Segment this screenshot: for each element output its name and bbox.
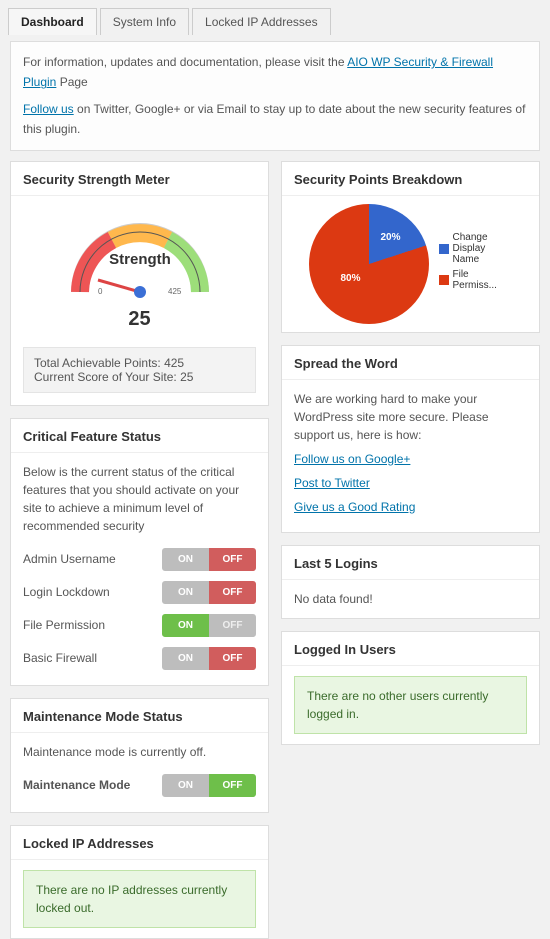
google-plus-link[interactable]: Follow us on Google+	[294, 450, 527, 468]
pie-pct: 20%	[380, 232, 400, 243]
feature-row: Login Lockdown ON OFF	[23, 576, 256, 609]
label: Current Score of Your Site:	[34, 370, 180, 384]
svg-text:425: 425	[168, 287, 182, 296]
feature-name: Maintenance Mode	[23, 776, 130, 794]
panel-title: Security Strength Meter	[11, 162, 268, 196]
panel-desc: We are working hard to make your WordPre…	[294, 390, 527, 444]
toggle-login-lockdown[interactable]: ON OFF	[162, 581, 256, 604]
panel-title: Last 5 Logins	[282, 546, 539, 580]
feature-row: Admin Username ON OFF	[23, 543, 256, 576]
legend: Change Display Name File Permiss...	[439, 232, 513, 295]
toggle-file-permission[interactable]: ON OFF	[162, 614, 256, 637]
panel-desc: Below is the current status of the criti…	[23, 463, 256, 535]
panel-desc: Maintenance mode is currently off.	[23, 743, 256, 761]
info-text: Page	[60, 75, 88, 89]
gauge-score: 25	[128, 308, 150, 331]
locked-ip-panel: Locked IP Addresses There are no IP addr…	[10, 825, 269, 939]
feature-name: Basic Firewall	[23, 649, 97, 667]
value: 25	[180, 370, 193, 384]
legend-label: Change Display Name	[453, 232, 513, 265]
info-banner: For information, updates and documentati…	[10, 41, 540, 151]
last-logins-panel: Last 5 Logins No data found!	[281, 545, 540, 619]
feature-row: Basic Firewall ON OFF	[23, 642, 256, 675]
feature-name: Login Lockdown	[23, 583, 110, 601]
status-message: No data found!	[282, 580, 539, 618]
off-label: OFF	[209, 647, 256, 670]
maintenance-panel: Maintenance Mode Status Maintenance mode…	[10, 698, 269, 813]
status-message: There are no IP addresses currently lock…	[23, 870, 256, 928]
on-label: ON	[162, 647, 209, 670]
panel-title: Spread the Word	[282, 346, 539, 380]
info-text: For information, updates and documentati…	[23, 55, 347, 69]
on-label: ON	[162, 774, 209, 797]
info-text: on Twitter, Google+ or via Email to stay…	[23, 102, 525, 136]
pie-chart-icon: 20% 80%	[309, 204, 429, 324]
panel-title: Critical Feature Status	[11, 419, 268, 453]
off-label: OFF	[209, 548, 256, 571]
tab-locked-ip[interactable]: Locked IP Addresses	[192, 8, 331, 35]
toggle-basic-firewall[interactable]: ON OFF	[162, 647, 256, 670]
rating-link[interactable]: Give us a Good Rating	[294, 498, 527, 516]
tab-bar: Dashboard System Info Locked IP Addresse…	[0, 0, 550, 35]
panel-title: Security Points Breakdown	[282, 162, 539, 196]
legend-swatch	[439, 244, 449, 254]
gauge-icon: Strength 0 425	[60, 202, 220, 312]
feature-name: Admin Username	[23, 550, 116, 568]
status-message: There are no other users currently logge…	[294, 676, 527, 734]
points-breakdown-panel: Security Points Breakdown 20% 80% Change…	[281, 161, 540, 333]
panel-title: Logged In Users	[282, 632, 539, 666]
on-label: ON	[162, 581, 209, 604]
tab-system-info[interactable]: System Info	[100, 8, 189, 35]
svg-text:0: 0	[98, 287, 103, 296]
follow-us-link[interactable]: Follow us	[23, 102, 74, 116]
on-label: ON	[162, 548, 209, 571]
critical-feature-panel: Critical Feature Status Below is the cur…	[10, 418, 269, 686]
score-summary: Total Achievable Points: 425 Current Sco…	[23, 347, 256, 393]
legend-label: File Permiss...	[453, 269, 513, 291]
legend-swatch	[439, 275, 449, 285]
off-label: OFF	[209, 581, 256, 604]
panel-title: Locked IP Addresses	[11, 826, 268, 860]
tab-dashboard[interactable]: Dashboard	[8, 8, 97, 35]
off-label: OFF	[209, 774, 256, 797]
value: 425	[164, 356, 184, 370]
strength-meter-panel: Security Strength Meter Strength 0 425 2…	[10, 161, 269, 406]
off-label: OFF	[209, 614, 256, 637]
panel-title: Maintenance Mode Status	[11, 699, 268, 733]
logged-in-users-panel: Logged In Users There are no other users…	[281, 631, 540, 745]
toggle-maintenance-mode[interactable]: ON OFF	[162, 774, 256, 797]
toggle-admin-username[interactable]: ON OFF	[162, 548, 256, 571]
feature-row: Maintenance Mode ON OFF	[23, 769, 256, 802]
spread-word-panel: Spread the Word We are working hard to m…	[281, 345, 540, 533]
pie-pct: 80%	[341, 273, 361, 284]
feature-row: File Permission ON OFF	[23, 609, 256, 642]
feature-name: File Permission	[23, 616, 105, 634]
twitter-link[interactable]: Post to Twitter	[294, 474, 527, 492]
svg-text:Strength: Strength	[109, 251, 171, 268]
label: Total Achievable Points:	[34, 356, 164, 370]
on-label: ON	[162, 614, 209, 637]
